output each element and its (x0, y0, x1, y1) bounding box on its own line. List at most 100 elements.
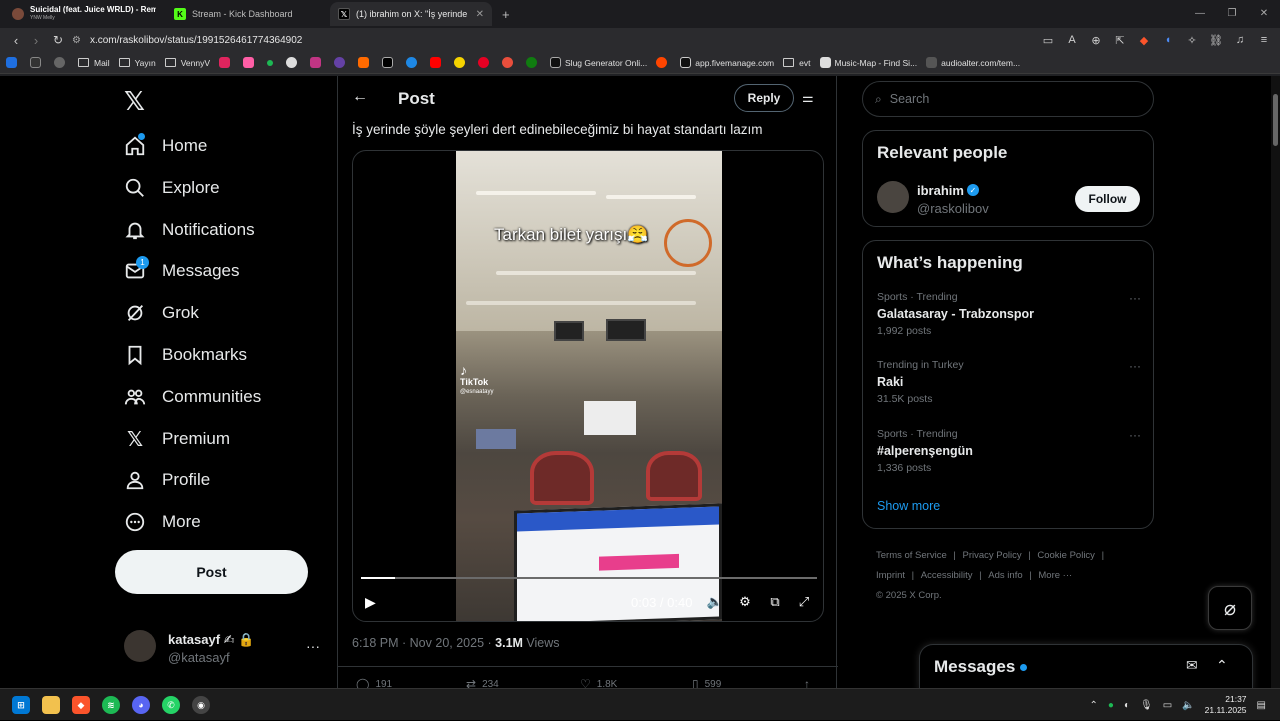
bookmark-action[interactable]: ▯ 599 (692, 677, 721, 688)
scrollbar-thumb[interactable] (1273, 94, 1278, 146)
footer-link[interactable]: Accessibility (921, 570, 973, 581)
picture-in-picture-icon[interactable]: ⧉ (766, 594, 784, 610)
sidebar-item-grok[interactable]: Grok (124, 296, 199, 330)
search-input[interactable]: ⌕ Search (862, 81, 1154, 117)
brave-icon[interactable]: ◆ (72, 696, 90, 714)
bookmark-fivemanage[interactable]: app.fivemanage.com (680, 57, 774, 68)
network-icon[interactable]: ▭ (1163, 700, 1172, 711)
bookmark-youtube[interactable] (430, 57, 445, 68)
repost-action[interactable]: ⇄ 234 (466, 677, 499, 688)
media-icon[interactable]: ♫ (1232, 34, 1248, 46)
follow-button[interactable]: Follow (1075, 186, 1140, 212)
sliders-icon[interactable]: ⚌ (802, 90, 814, 106)
bookmark-purple[interactable] (334, 57, 349, 68)
reload-icon[interactable]: ↻ (48, 33, 68, 47)
footer-link[interactable]: Terms of Service (876, 550, 947, 561)
tray-app-icon[interactable]: ● (1108, 700, 1114, 711)
wallet-icon[interactable]: ◖ (1160, 34, 1176, 46)
chevron-up-icon[interactable]: ⌃ (1090, 700, 1098, 711)
avatar[interactable] (877, 181, 909, 213)
video-progress-bar[interactable] (361, 577, 817, 579)
bookmark-cd[interactable] (286, 57, 301, 68)
show-more-link[interactable]: Show more (877, 499, 940, 513)
bookmark-pinterest[interactable] (478, 57, 493, 68)
post-button[interactable]: Post (115, 550, 308, 594)
footer-link[interactable]: Imprint (876, 570, 905, 581)
bookmark-yellow[interactable] (454, 57, 469, 68)
bookmark-blue[interactable] (406, 57, 421, 68)
tab-kick[interactable]: K Stream - Kick Dashboard (166, 2, 326, 26)
sidebar-item-premium[interactable]: 𝕏 Premium (124, 422, 230, 456)
bookmark-redcircle[interactable] (502, 57, 517, 68)
post-timestamp[interactable]: 6:18 PM · Nov 20, 2025 · (352, 636, 495, 650)
sidebar-item-communities[interactable]: Communities (124, 380, 261, 414)
tab-x-post[interactable]: 𝕏 (1) ibrahim on X: "İş yerinde şöyl ✕ (330, 2, 492, 26)
share-action[interactable]: ↑ (804, 677, 816, 688)
sidebar-item-bookmarks[interactable]: Bookmarks (124, 338, 247, 372)
bookmark-audioalter[interactable]: audioalter.com/tem... (926, 57, 1020, 68)
bookmark-icon-3[interactable] (54, 57, 69, 68)
whatsapp-icon[interactable]: ✆ (162, 696, 180, 714)
windows-start-icon[interactable]: ⊞ (12, 696, 30, 714)
more-dots-icon[interactable]: ··· (1129, 291, 1141, 305)
trend-item[interactable]: Sports · Trending #alperenşengün 1,336 p… (877, 428, 1141, 474)
video-player[interactable]: Tarkan bilet yarışı😤 ♪ TikTok @esnaatayy ▶… (352, 150, 824, 622)
trend-item[interactable]: Trending in Turkey Raki 31.5K posts ··· (877, 359, 1141, 405)
more-dots-icon[interactable]: ··· (1129, 428, 1141, 442)
address-bar[interactable]: ⚙ x.com/raskolibov/status/19915264617743… (72, 31, 1134, 49)
translate-icon[interactable]: A (1064, 34, 1080, 46)
grok-floating-button[interactable]: ⌀ (1208, 586, 1252, 630)
more-dots-icon[interactable]: ··· (1129, 359, 1141, 373)
brave-shield-icon[interactable]: ◆ (1136, 34, 1152, 47)
like-action[interactable]: ♡ 1.8K (580, 677, 617, 688)
bookmark-mail[interactable]: Mail (78, 58, 110, 68)
new-tab-button[interactable]: + (494, 2, 518, 26)
bookmark-a[interactable] (219, 57, 234, 68)
trend-item[interactable]: Sports · Trending Galatasaray - Trabzons… (877, 291, 1141, 337)
back-arrow-icon[interactable]: ← (352, 88, 368, 106)
bookmark-slug-generator[interactable]: Slug Generator Onli... (550, 57, 647, 68)
bookmark-bi[interactable] (243, 57, 258, 68)
bookmark-evt[interactable]: evt (783, 58, 811, 68)
tab-music[interactable]: Suicidal (feat. Juice WRLD) - Remix YNW … (4, 2, 156, 26)
volume-icon[interactable]: 🔈 (706, 594, 724, 610)
microphone-icon[interactable]: 🎙 (1140, 700, 1153, 711)
obs-icon[interactable]: ◉ (192, 696, 210, 714)
close-window-icon[interactable]: ✕ (1248, 0, 1280, 28)
play-icon[interactable]: ▶ (365, 594, 376, 611)
bookmark-reddit[interactable] (656, 57, 671, 68)
sidebar-item-more[interactable]: More (124, 505, 201, 539)
person-name[interactable]: ibrahim (917, 183, 964, 198)
expand-icon[interactable]: ⌃ (1216, 657, 1228, 674)
share-icon[interactable]: ⇱ (1112, 34, 1128, 47)
fullscreen-icon[interactable]: ⤢ (795, 594, 813, 610)
menu-icon[interactable]: ≡ (1256, 34, 1272, 46)
bookmark-yayin[interactable]: Yayın (118, 58, 156, 68)
minimize-icon[interactable]: — (1184, 0, 1216, 28)
site-settings-icon[interactable]: ⚙ (72, 35, 81, 46)
zoom-icon[interactable]: ⊕ (1088, 34, 1104, 47)
bookmark-xbox[interactable] (526, 57, 541, 68)
reply-action[interactable]: ◯ 191 (356, 677, 392, 688)
sidebar-item-explore[interactable]: Explore (124, 171, 220, 205)
bookmark-orange[interactable] (358, 57, 373, 68)
bookmark-zte[interactable] (6, 57, 21, 68)
bookmark-x[interactable] (382, 57, 397, 68)
more-dots-icon[interactable]: ··· (306, 638, 320, 654)
discord-icon[interactable]: ◕ (132, 696, 150, 714)
file-explorer-icon[interactable] (42, 696, 60, 714)
footer-link[interactable]: Cookie Policy (1037, 550, 1095, 561)
cast-icon[interactable]: ▭ (1040, 34, 1056, 47)
volume-icon[interactable]: 🔈 (1182, 700, 1194, 711)
maximize-icon[interactable]: ❐ (1216, 0, 1248, 28)
x-logo-icon[interactable]: 𝕏 (124, 86, 145, 117)
sidebar-item-messages[interactable]: 1 Messages (124, 254, 239, 288)
bookmark-vennyv[interactable]: VennyV (164, 58, 210, 68)
account-switcher[interactable]: katasayf ✍ 🔒 @katasayf ··· (124, 628, 336, 672)
messages-drawer[interactable]: Messages ✉ ⌃ (919, 644, 1253, 690)
footer-link[interactable]: Ads info (988, 570, 1022, 581)
clock[interactable]: 21:37 21.11.2025 (1205, 694, 1247, 716)
footer-more-link[interactable]: More ··· (1038, 570, 1072, 581)
new-message-icon[interactable]: ✉ (1186, 657, 1198, 674)
extensions-icon[interactable]: ✧ (1184, 34, 1200, 47)
